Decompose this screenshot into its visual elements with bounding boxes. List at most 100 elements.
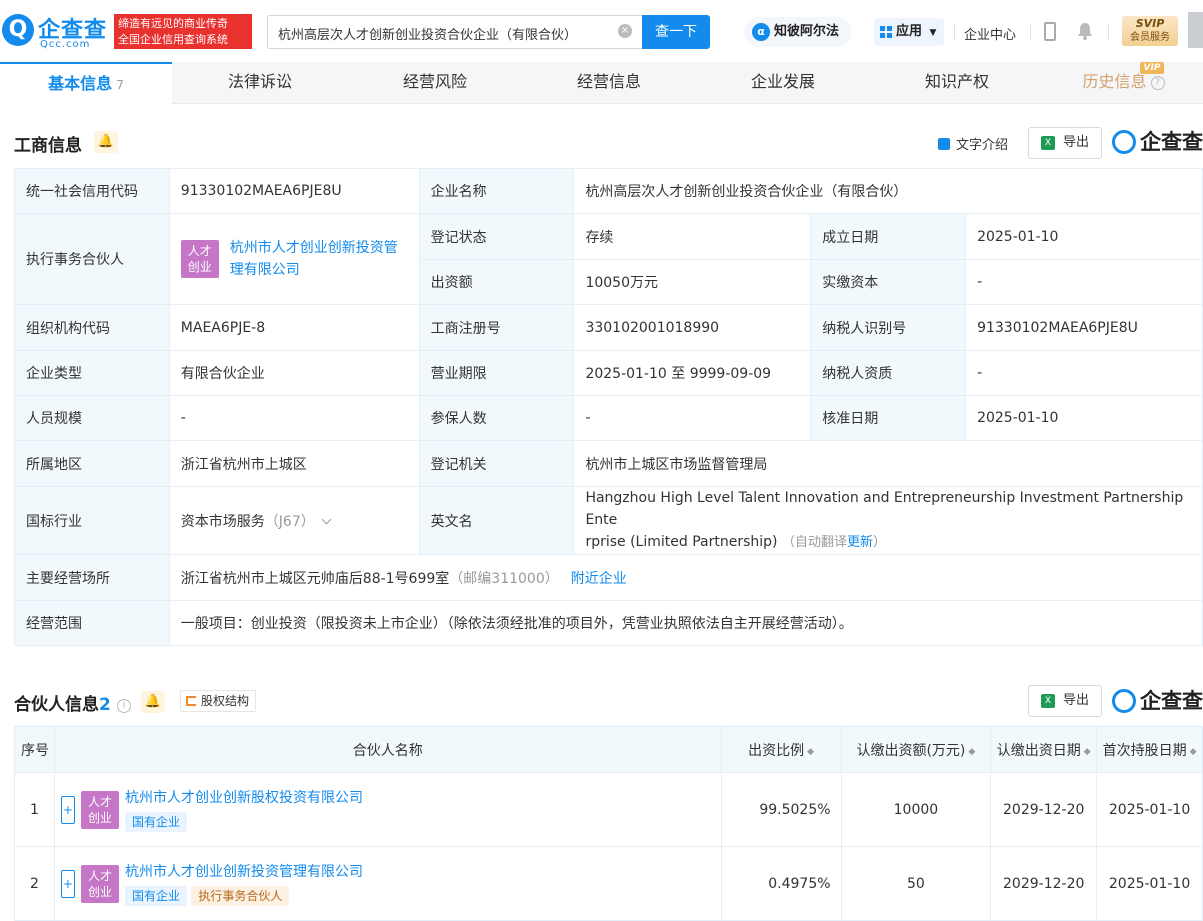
export-button[interactable]: X 导出 bbox=[1028, 127, 1102, 159]
paid-capital-value: - bbox=[965, 259, 1203, 305]
partner-cell: + 人才 创业 杭州市人才创业创新股权投资有限公司 国有企业 bbox=[53, 772, 722, 847]
monitor-bell-icon[interactable]: 🔔 bbox=[141, 691, 165, 713]
state-owned-tag: 国有企业 bbox=[124, 886, 187, 906]
notification-bell-icon[interactable] bbox=[1077, 22, 1093, 40]
enterprise-center-link[interactable]: 企业中心 bbox=[964, 24, 1016, 43]
taxpayer-qual-value: - bbox=[965, 350, 1203, 396]
table-row: 1 + 人才 创业 杭州市人才创业创新股权投资有限公司 国有企业 99.5025%… bbox=[14, 772, 1203, 847]
company-logo[interactable]: 人才 创业 bbox=[80, 790, 119, 829]
tab-business-risk[interactable]: 经营风险 bbox=[348, 62, 522, 104]
divider bbox=[1030, 24, 1031, 40]
approved-value: 2025-01-10 bbox=[965, 395, 1203, 441]
region-value: 浙江省杭州市上城区 bbox=[168, 440, 420, 487]
clear-icon[interactable]: × bbox=[618, 24, 632, 38]
help-icon[interactable]: ? bbox=[1150, 76, 1165, 90]
export-label: 导出 bbox=[1063, 135, 1090, 150]
text-intro-button[interactable]: 文字介绍 bbox=[938, 134, 1008, 153]
update-translation-link[interactable]: 更新 bbox=[847, 535, 873, 550]
auto-translate-close: ） bbox=[872, 535, 886, 550]
authority-value: 杭州市上城区市场监督管理局 bbox=[573, 440, 1203, 487]
svip-sublabel: 会员服务 bbox=[1130, 32, 1170, 43]
help-icon[interactable]: i bbox=[116, 699, 131, 713]
field-label: 出资额 bbox=[418, 259, 575, 305]
search-input[interactable]: 杭州高层次人才创新创业投资合伙企业（有限合伙） bbox=[267, 15, 643, 49]
auto-translate-note: （自动翻译 bbox=[781, 535, 847, 550]
site-logo[interactable]: Q 企查查 Qcc.com bbox=[0, 12, 110, 52]
divider bbox=[954, 24, 955, 40]
insured-value: - bbox=[573, 395, 812, 441]
field-label: 英文名 bbox=[418, 486, 575, 555]
field-label: 执行事务合伙人 bbox=[14, 213, 170, 305]
partner-name-link[interactable]: 杭州市人才创业创新投资管理有限公司 bbox=[125, 861, 363, 881]
equity-structure-button[interactable]: 股权结构 bbox=[180, 690, 257, 712]
svip-label: SVIP bbox=[1135, 17, 1165, 30]
established-value: 2025-01-10 bbox=[965, 213, 1203, 260]
qcc-watermark-text: 企查查 bbox=[1140, 689, 1203, 713]
expand-icon[interactable]: + bbox=[60, 795, 75, 824]
industry-cell[interactable]: 资本市场服务（J67） bbox=[168, 486, 420, 555]
export-label: 导出 bbox=[1063, 693, 1090, 708]
industry-value: 资本市场服务 bbox=[180, 513, 265, 530]
field-label: 登记状态 bbox=[418, 213, 575, 260]
column-header-sortable[interactable]: 首次持股日期 ◆ bbox=[1096, 726, 1203, 773]
ai-assistant-button[interactable]: α 知彼阿尔法 bbox=[744, 17, 852, 47]
column-header-sortable[interactable]: 认缴出资日期 ◆ bbox=[990, 726, 1098, 773]
executive-partner-tag: 执行事务合伙人 bbox=[191, 886, 290, 906]
tab-history[interactable]: 历史信息? bbox=[1044, 62, 1203, 104]
tab-count: 7 bbox=[116, 78, 124, 92]
taxpayer-id-value: 91330102MAEA6PJE8U bbox=[965, 304, 1203, 351]
first-holding-date: 2025-01-10 bbox=[1096, 846, 1203, 921]
address-cell: 浙江省杭州市上城区元帅庙后88-1号699室（邮编311000） 附近企业 bbox=[168, 554, 1203, 601]
nearby-companies-link[interactable]: 附近企业 bbox=[571, 571, 627, 587]
first-holding-date: 2025-01-10 bbox=[1096, 772, 1203, 847]
company-type-value: 有限合伙企业 bbox=[168, 350, 420, 396]
reg-no-value: 330102001018990 bbox=[573, 304, 812, 351]
export-button[interactable]: X 导出 bbox=[1028, 685, 1102, 717]
state-owned-tag: 国有企业 bbox=[124, 812, 187, 832]
tab-basic-info[interactable]: 基本信息 7 bbox=[0, 62, 172, 104]
english-name-line-2: rprise (Limited Partnership) bbox=[585, 534, 778, 550]
tab-label: 历史信息 bbox=[1082, 72, 1147, 91]
qcc-watermark-text: 企查查 bbox=[1140, 130, 1203, 154]
search-button[interactable]: 查一下 bbox=[642, 15, 710, 49]
mobile-icon[interactable] bbox=[1044, 22, 1056, 41]
field-label: 人员规模 bbox=[14, 395, 170, 441]
partner-name-link[interactable]: 杭州市人才创业创新股权投资有限公司 bbox=[125, 787, 363, 807]
ai-icon: α bbox=[752, 23, 770, 41]
apps-menu-button[interactable]: 应用 ▼ bbox=[874, 18, 944, 46]
ratio-value: 99.5025% bbox=[720, 772, 842, 847]
partners-table: 序号 合伙人名称 出资比例 ◆ 认缴出资额(万元) ◆ 认缴出资日期 ◆ 首次持股日期… bbox=[14, 726, 1203, 921]
field-label: 核准日期 bbox=[810, 395, 967, 441]
company-logo[interactable]: 人才 创业 bbox=[80, 864, 119, 903]
field-label: 工商注册号 bbox=[418, 304, 575, 351]
monitor-bell-icon[interactable]: 🔔 bbox=[94, 131, 118, 153]
field-label: 纳税人资质 bbox=[810, 350, 967, 396]
field-label: 统一社会信用代码 bbox=[14, 168, 170, 214]
slogan-banner: 缔造有远见的商业传奇 全国企业信用查询系统 bbox=[114, 14, 252, 49]
svip-button[interactable]: SVIP 会员服务 bbox=[1122, 16, 1178, 46]
field-label: 所属地区 bbox=[14, 440, 170, 487]
partners-count: 2 bbox=[99, 695, 111, 715]
sort-icon: ◆ bbox=[807, 746, 815, 757]
field-label: 企业名称 bbox=[418, 168, 575, 214]
column-header-sortable[interactable]: 认缴出资额(万元) ◆ bbox=[840, 726, 992, 773]
column-header-sortable[interactable]: 出资比例 ◆ bbox=[720, 726, 842, 773]
staff-value: - bbox=[168, 395, 420, 441]
tab-operation-info[interactable]: 经营信息 bbox=[522, 62, 696, 104]
column-header: 序号 bbox=[14, 726, 55, 773]
avatar[interactable] bbox=[1188, 12, 1203, 48]
partner-cell: + 人才 创业 杭州市人才创业创新投资管理有限公司 国有企业 执行事务合伙人 bbox=[53, 846, 722, 921]
top-bar: Q 企查查 Qcc.com 缔造有远见的商业传奇 全国企业信用查询系统 杭州高层… bbox=[0, 0, 1203, 62]
apps-label: 应用 bbox=[896, 24, 923, 39]
sort-icon: ◆ bbox=[968, 746, 976, 757]
slogan-line-1: 缔造有远见的商业传奇 bbox=[118, 17, 228, 30]
expand-icon[interactable]: + bbox=[60, 869, 75, 898]
tab-ip[interactable]: 知识产权 bbox=[870, 62, 1044, 104]
tab-litigation[interactable]: 法律诉讼 bbox=[172, 62, 348, 104]
chevron-down-icon[interactable] bbox=[321, 514, 332, 524]
partners-title: 合伙人信息 bbox=[14, 695, 99, 715]
english-name-cell: Hangzhou High Level Talent Innovation an… bbox=[573, 486, 1203, 555]
exec-partner-link[interactable]: 杭州市人才创业创新投资管 理有限公司 bbox=[230, 237, 398, 281]
tab-development[interactable]: 企业发展 bbox=[696, 62, 870, 104]
company-logo[interactable]: 人才 创业 bbox=[180, 240, 219, 278]
